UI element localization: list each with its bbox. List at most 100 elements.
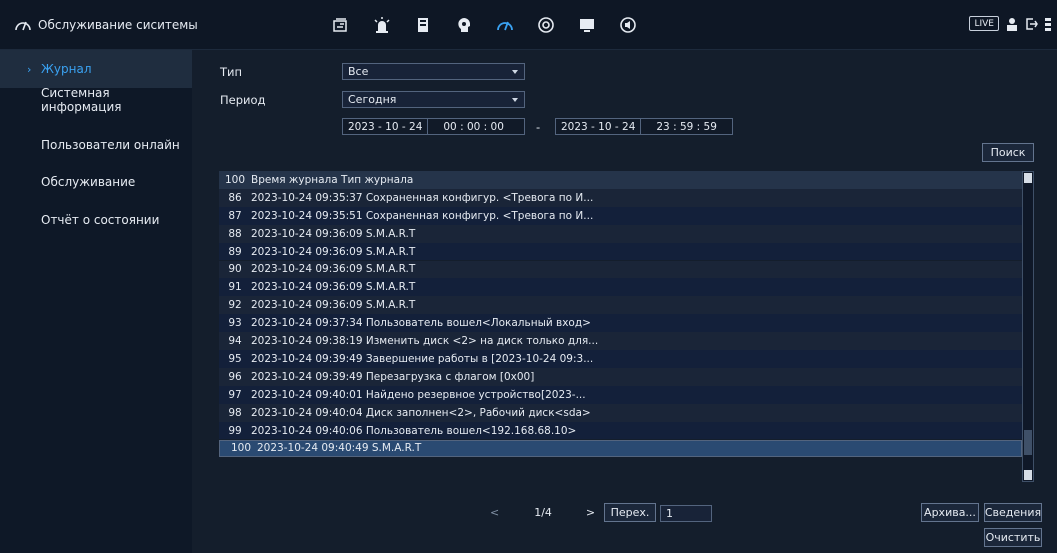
next-page-button[interactable]: >	[586, 506, 595, 519]
row-text: 2023-10-24 09:36:09 S.M.A.R.T	[251, 263, 416, 276]
scroll-up-icon[interactable]	[1024, 173, 1032, 183]
end-time[interactable]: 23 : 59 : 59	[651, 121, 722, 133]
sidebar: › Журнал Системная информация Пользовате…	[0, 50, 192, 553]
table-row[interactable]: 98 2023-10-24 09:40:04 Диск заполнен<2>, …	[219, 403, 1022, 422]
live-button[interactable]: LIVE	[969, 16, 999, 31]
main-panel: Тип Все Период Сегодня 2023 - 10 - 24 00…	[192, 50, 1057, 553]
storage-icon[interactable]	[411, 14, 435, 36]
camera-icon[interactable]	[329, 14, 353, 36]
row-text: 2023-10-24 09:39:49 Завершение работы в …	[251, 352, 594, 365]
table-row[interactable]: 93 2023-10-24 09:37:34 Пользователь вошел…	[219, 314, 1022, 333]
backup-icon[interactable]	[534, 14, 558, 36]
top-right-controls: LIVE	[969, 16, 1051, 31]
table-row[interactable]: 94 2023-10-24 09:38:19 Изменить диск <2> …	[219, 332, 1022, 350]
top-bar: Обслуживание сиситемы LIVE	[0, 0, 1057, 50]
goto-page-value: 1	[666, 507, 673, 520]
goto-page-input[interactable]: 1	[660, 505, 712, 522]
row-number: 98	[228, 406, 242, 419]
type-select[interactable]: Все	[342, 63, 525, 80]
sidebar-item-label: Обслуживание	[41, 175, 136, 189]
divider	[640, 119, 651, 134]
details-button[interactable]: Сведения	[984, 503, 1042, 522]
row-text: 2023-10-24 09:40:49 S.M.A.R.T	[257, 442, 422, 455]
period-select[interactable]: Сегодня	[342, 91, 525, 108]
user-icon[interactable]	[1005, 17, 1019, 31]
row-number: 91	[228, 281, 242, 294]
scroll-down-icon[interactable]	[1024, 470, 1032, 480]
table-row[interactable]: 95 2023-10-24 09:39:49 Завершение работы …	[219, 350, 1022, 368]
log-table: 100 Время журнала Тип журнала 86 2023-10-…	[219, 171, 1034, 482]
sidebar-item-label: Системная информация	[41, 86, 122, 114]
table-row[interactable]: 90 2023-10-24 09:36:09 S.M.A.R.T	[219, 260, 1022, 279]
display-icon[interactable]	[575, 14, 599, 36]
row-number: 92	[228, 299, 242, 312]
search-button[interactable]: Поиск	[982, 143, 1034, 162]
row-text: 2023-10-24 09:40:04 Диск заполнен<2>, Ра…	[251, 406, 591, 419]
logout-icon[interactable]	[1025, 17, 1039, 31]
table-row[interactable]: 91 2023-10-24 09:36:09 S.M.A.R.T	[219, 278, 1022, 297]
pagination: < 1/4 >	[490, 506, 595, 519]
type-label: Тип	[220, 65, 243, 79]
menu-icon[interactable]	[1045, 17, 1051, 31]
row-text: 2023-10-24 09:40:06 Пользователь вошел<1…	[251, 424, 577, 437]
row-text: 2023-10-24 09:36:09 S.M.A.R.T	[251, 281, 416, 294]
sidebar-item-label: Пользователи онлайн	[41, 138, 180, 152]
start-date[interactable]: 2023 - 10 - 24	[343, 121, 427, 133]
type-select-value: Все	[348, 65, 369, 78]
sidebar-item-status-report[interactable]: Отчёт о состоянии	[0, 201, 192, 239]
table-row[interactable]: 99 2023-10-24 09:40:06 Пользователь вошел…	[219, 421, 1022, 440]
chevron-right-icon: ›	[27, 62, 32, 76]
scroll-thumb[interactable]	[1024, 430, 1032, 455]
table-row[interactable]: 97 2023-10-24 09:40:01 Найдено резервное …	[219, 385, 1022, 404]
row-number: 100	[230, 442, 252, 455]
end-date[interactable]: 2023 - 10 - 24	[556, 121, 640, 133]
row-text: 2023-10-24 09:40:01 Найдено резервное ус…	[251, 388, 586, 401]
sidebar-item-system-info[interactable]: Системная информация	[0, 81, 192, 119]
sidebar-item-online-users[interactable]: Пользователи онлайн	[0, 126, 192, 164]
row-number: 99	[228, 424, 242, 437]
start-datetime-field[interactable]: 2023 - 10 - 24 00 : 00 : 00	[342, 118, 525, 135]
row-text: 2023-10-24 09:36:09 S.M.A.R.T	[251, 299, 416, 312]
row-text: 2023-10-24 09:36:09 S.M.A.R.T	[251, 227, 416, 240]
start-time[interactable]: 00 : 00 : 00	[438, 121, 509, 133]
table-row[interactable]: 87 2023-10-24 09:35:51 Сохраненная конфиг…	[219, 206, 1022, 225]
table-row[interactable]: 92 2023-10-24 09:36:09 S.M.A.R.T	[219, 296, 1022, 315]
divider	[427, 119, 438, 134]
table-row[interactable]: 86 2023-10-24 09:35:37 Сохраненная конфиг…	[219, 188, 1022, 207]
goto-button[interactable]: Перех.	[604, 503, 656, 522]
sidebar-item-maintenance[interactable]: Обслуживание	[0, 163, 192, 201]
page-indicator: 1/4	[534, 506, 552, 519]
audio-icon[interactable]	[616, 14, 640, 36]
prev-page-button[interactable]: <	[490, 506, 499, 519]
end-datetime-field[interactable]: 2023 - 10 - 24 23 : 59 : 59	[555, 118, 733, 135]
table-row[interactable]: 89 2023-10-24 09:36:09 S.M.A.R.T	[219, 242, 1022, 261]
row-text: 2023-10-24 09:35:37 Сохраненная конфигур…	[251, 191, 594, 204]
row-number: 93	[228, 317, 242, 330]
table-scrollbar[interactable]	[1022, 171, 1034, 482]
table-row[interactable]: 88 2023-10-24 09:36:09 S.M.A.R.T	[219, 224, 1022, 243]
row-number: 96	[228, 370, 242, 383]
clear-button[interactable]: Очистить	[984, 528, 1042, 547]
page-title: Обслуживание сиситемы	[38, 18, 198, 32]
row-number: 87	[228, 209, 242, 222]
table-header: 100 Время журнала Тип журнала	[219, 171, 1022, 189]
row-text: 2023-10-24 09:35:51 Сохраненная конфигур…	[251, 209, 594, 222]
table-row[interactable]: 96 2023-10-24 09:39:49 Перезагрузка с фла…	[219, 367, 1022, 386]
row-number: 94	[228, 335, 242, 348]
ai-icon[interactable]	[452, 14, 476, 36]
period-label: Период	[220, 93, 266, 107]
maintenance-gauge-icon	[15, 21, 31, 31]
row-text: 2023-10-24 09:37:34 Пользователь вошел<Л…	[251, 317, 591, 330]
alarm-icon[interactable]	[370, 14, 394, 36]
archive-button[interactable]: Архива...	[921, 503, 979, 522]
maintenance-icon[interactable]	[493, 14, 517, 36]
sidebar-item-label: Отчёт о состоянии	[41, 213, 160, 227]
chevron-down-icon	[512, 98, 518, 102]
table-row[interactable]: 100 2023-10-24 09:40:49 S.M.A.R.T	[219, 439, 1022, 458]
row-number: 97	[228, 388, 242, 401]
row-number: 90	[228, 263, 242, 276]
row-number: 88	[228, 227, 242, 240]
row-text: 2023-10-24 09:38:19 Изменить диск <2> на…	[251, 335, 599, 348]
brand: Обслуживание сиситемы	[14, 17, 198, 33]
date-range-dash: -	[536, 120, 541, 134]
